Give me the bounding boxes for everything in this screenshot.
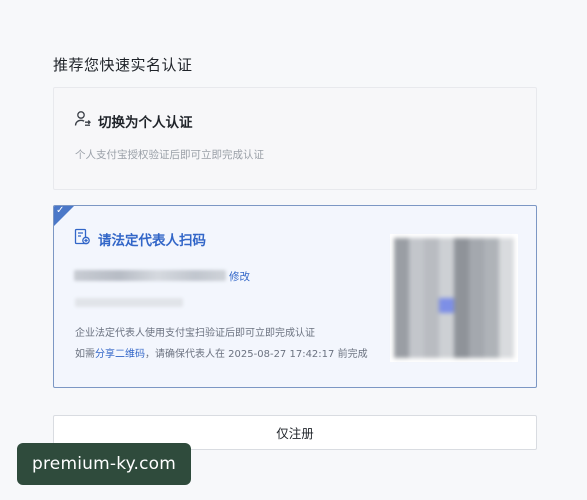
- qr-tile: [484, 343, 499, 358]
- share-note-suffix: ，请确保代表人在 2025-08-27 17:42:17 前完成: [145, 349, 368, 360]
- qr-tile: [439, 238, 454, 253]
- qr-tile: [409, 253, 424, 268]
- qr-tile: [424, 328, 439, 343]
- page-title: 推荐您快速实名认证: [53, 56, 193, 74]
- qr-tile: [424, 283, 439, 298]
- qr-tile: [469, 298, 484, 313]
- qr-tile: [499, 238, 514, 253]
- qr-tile: [394, 283, 409, 298]
- legal-rep-title: 请法定代表人扫码: [98, 233, 206, 249]
- check-icon: ✓: [56, 205, 65, 216]
- qr-code: [390, 234, 518, 362]
- qr-tile: [424, 343, 439, 358]
- qr-tile: [454, 253, 469, 268]
- qr-tile: [484, 298, 499, 313]
- qr-tile: [439, 313, 454, 328]
- qr-tile: [409, 238, 424, 253]
- personal-auth-card[interactable]: 切换为个人认证 个人支付宝授权验证后即可立即完成认证: [53, 87, 537, 190]
- qr-tile: [454, 328, 469, 343]
- qr-code-pattern: [394, 238, 514, 358]
- qr-tile: [439, 298, 454, 313]
- edit-link[interactable]: 修改: [229, 269, 250, 284]
- share-note: 如需分享二维码，请确保代表人在 2025-08-27 17:42:17 前完成: [75, 345, 368, 360]
- blurred-company-name: [74, 270, 226, 281]
- user-switch-icon: [74, 110, 91, 131]
- qr-tile: [409, 268, 424, 283]
- qr-tile: [439, 283, 454, 298]
- qr-tile: [499, 253, 514, 268]
- qr-tile: [499, 328, 514, 343]
- scan-doc-icon: [74, 228, 91, 250]
- qr-tile: [454, 313, 469, 328]
- qr-tile: [439, 343, 454, 358]
- qr-tile: [484, 253, 499, 268]
- legal-rep-auth-card[interactable]: ✓ 请法定代表人扫码 修改 企业法定代表人使用支付宝扫验证后即可立即完成认证 如…: [53, 205, 537, 388]
- qr-tile: [424, 253, 439, 268]
- qr-tile: [469, 268, 484, 283]
- qr-tile: [394, 328, 409, 343]
- legal-rep-header: 请法定代表人扫码: [74, 228, 206, 250]
- qr-tile: [484, 328, 499, 343]
- qr-tile: [484, 238, 499, 253]
- qr-tile: [409, 313, 424, 328]
- legal-rep-description: 企业法定代表人使用支付宝扫验证后即可立即完成认证: [75, 328, 315, 339]
- qr-tile: [394, 313, 409, 328]
- qr-tile: [469, 343, 484, 358]
- qr-tile: [439, 268, 454, 283]
- qr-tile: [469, 283, 484, 298]
- qr-tile: [469, 238, 484, 253]
- share-note-prefix: 如需: [75, 349, 95, 360]
- qr-tile: [409, 298, 424, 313]
- qr-tile: [454, 298, 469, 313]
- qr-tile: [454, 283, 469, 298]
- qr-tile: [424, 313, 439, 328]
- personal-auth-title: 切换为个人认证: [98, 114, 193, 131]
- qr-tile: [424, 268, 439, 283]
- qr-tile: [409, 343, 424, 358]
- qr-tile: [499, 298, 514, 313]
- personal-auth-header: 切换为个人认证: [74, 110, 193, 131]
- qr-tile: [439, 253, 454, 268]
- qr-tile: [409, 283, 424, 298]
- qr-tile: [394, 238, 409, 253]
- qr-tile: [484, 268, 499, 283]
- qr-tile: [439, 328, 454, 343]
- share-qr-link[interactable]: 分享二维码: [95, 349, 145, 360]
- qr-tile: [409, 328, 424, 343]
- qr-tile: [454, 268, 469, 283]
- qr-tile: [424, 238, 439, 253]
- blurred-info-line: [75, 298, 183, 307]
- qr-tile: [499, 313, 514, 328]
- qr-tile: [424, 298, 439, 313]
- qr-tile: [499, 283, 514, 298]
- qr-tile: [394, 253, 409, 268]
- qr-tile: [454, 238, 469, 253]
- qr-tile: [499, 268, 514, 283]
- qr-tile: [394, 268, 409, 283]
- qr-tile: [469, 328, 484, 343]
- qr-tile: [394, 298, 409, 313]
- watermark: premium-ky.com: [17, 443, 191, 485]
- qr-tile: [469, 313, 484, 328]
- qr-tile: [454, 343, 469, 358]
- qr-tile: [484, 283, 499, 298]
- qr-tile: [484, 313, 499, 328]
- qr-tile: [394, 343, 409, 358]
- personal-auth-description: 个人支付宝授权验证后即可立即完成认证: [75, 149, 264, 161]
- qr-tile: [499, 343, 514, 358]
- qr-tile: [469, 253, 484, 268]
